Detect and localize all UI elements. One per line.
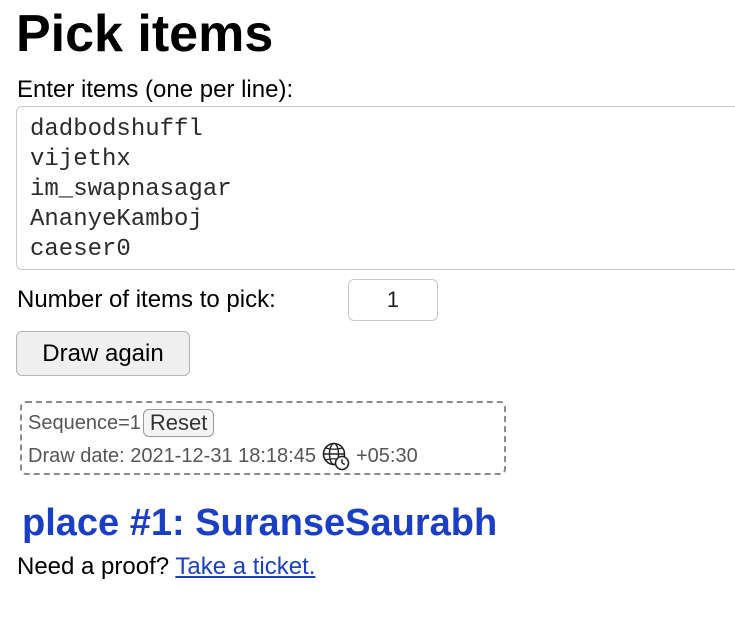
item-line: im_swapnasagar bbox=[30, 176, 232, 203]
item-line: vijethx bbox=[30, 146, 131, 173]
result-text: place #1: SuranseSaurabh bbox=[22, 502, 498, 544]
draw-date-text: Draw date: 2021-12-31 18:18:45 bbox=[28, 445, 316, 467]
items-textarea[interactable]: dadbodshuffl vijethx im_swapnasagar Anan… bbox=[16, 106, 735, 270]
item-line: caeser0 bbox=[30, 236, 131, 263]
items-label: Enter items (one per line): bbox=[17, 76, 294, 103]
item-line: AnanyeKamboj bbox=[30, 206, 203, 233]
sequence-row: Sequence=1 Reset bbox=[28, 409, 215, 437]
page-title: Pick items bbox=[16, 5, 274, 63]
item-line: dadbodshuffl bbox=[30, 116, 203, 143]
draw-date-row: Draw date: 2021-12-31 18:18:45 +05:30 bbox=[28, 441, 418, 471]
reset-button[interactable]: Reset bbox=[142, 409, 215, 437]
proof-prompt: Need a proof? bbox=[17, 553, 170, 580]
sequence-text: Sequence=1 bbox=[28, 412, 141, 434]
pick-count-label: Number of items to pick: bbox=[17, 286, 276, 313]
take-ticket-link[interactable]: Take a ticket. bbox=[175, 553, 315, 580]
draw-again-button[interactable]: Draw again bbox=[16, 331, 190, 376]
draw-info-box: Sequence=1 Reset Draw date: 2021-12-31 1… bbox=[20, 401, 506, 475]
globe-clock-icon[interactable] bbox=[322, 441, 350, 471]
proof-row: Need a proof? Take a ticket. bbox=[17, 552, 315, 582]
pick-count-input[interactable] bbox=[348, 279, 438, 321]
timezone-offset: +05:30 bbox=[355, 445, 418, 467]
